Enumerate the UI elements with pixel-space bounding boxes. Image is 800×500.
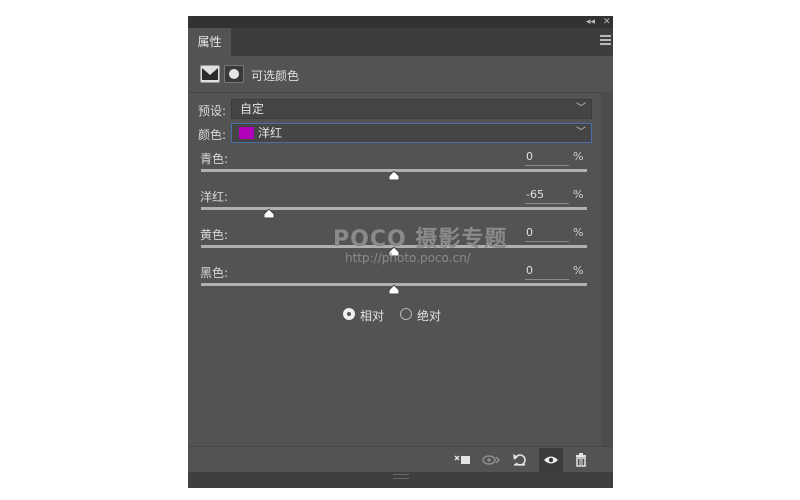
watermark-url: http://photo.poco.cn/ <box>345 251 471 265</box>
watermark-brand: POCO 摄影专题 <box>333 227 508 252</box>
color-swatch <box>239 127 254 139</box>
slider-value-input[interactable]: 0 <box>525 226 569 242</box>
slider-label: 青色: <box>200 152 229 166</box>
radio-relative-label[interactable]: 相对 <box>360 307 384 324</box>
slider-value-input[interactable]: -65 <box>525 188 569 204</box>
selective-color-icon[interactable] <box>200 65 220 83</box>
colors-label: 颜色: <box>198 128 227 142</box>
reset-button[interactable] <box>508 448 532 472</box>
chevron-down-icon: ﹀ <box>576 127 586 138</box>
radio-relative[interactable] <box>343 308 355 320</box>
view-previous-state-icon <box>482 455 501 465</box>
preset-label: 预设: <box>198 104 227 118</box>
colors-dropdown[interactable]: 洋红 ﹀ <box>231 123 592 143</box>
layer-mask-icon[interactable] <box>224 65 244 83</box>
panel-topbar: ◂◂ ✕ <box>188 16 613 28</box>
radio-absolute-label[interactable]: 绝对 <box>417 307 441 324</box>
slider-value-input[interactable]: 0 <box>525 150 569 166</box>
percent-unit: % <box>573 226 584 239</box>
slider-thumb[interactable] <box>388 171 400 181</box>
footer-divider <box>188 446 613 447</box>
close-icon[interactable]: ✕ <box>603 16 611 28</box>
slider-value-input[interactable]: 0 <box>525 264 569 280</box>
preset-value: 自定 <box>240 102 265 116</box>
slider-thumb[interactable] <box>263 209 275 219</box>
method-radio-group: 相对 绝对 <box>188 306 613 326</box>
tab-row: 属性 <box>188 28 613 56</box>
watermark: POCO 摄影专题 http://photo.poco.cn/ <box>333 221 506 271</box>
panel-menu-icon[interactable] <box>600 35 611 47</box>
resize-grip[interactable] <box>393 474 409 479</box>
scrollbar[interactable] <box>601 92 613 447</box>
clip-to-layer-icon <box>454 455 470 464</box>
slider-thumb[interactable] <box>388 285 400 295</box>
delete-button[interactable] <box>569 448 593 472</box>
properties-panel: ◂◂ ✕ 属性 可选颜色 预设: 自定 ﹀ 颜色: 洋红 ﹀ 青色: 0 % 洋… <box>188 16 613 488</box>
clip-to-layer-button[interactable] <box>451 448 475 472</box>
slider-label: 黑色: <box>200 266 229 280</box>
trash-icon <box>576 453 586 467</box>
reset-icon <box>513 454 526 466</box>
adjustment-header: 可选颜色 <box>188 56 613 93</box>
adjustment-title: 可选颜色 <box>251 69 300 83</box>
toggle-visibility-button[interactable] <box>539 448 563 472</box>
slider-track[interactable] <box>201 207 587 210</box>
percent-unit: % <box>573 188 584 201</box>
tab-properties[interactable]: 属性 <box>188 28 231 56</box>
percent-unit: % <box>573 264 584 277</box>
view-previous-state-button[interactable] <box>479 448 503 472</box>
preset-dropdown[interactable]: 自定 ﹀ <box>231 99 592 119</box>
colors-value: 洋红 <box>258 126 283 140</box>
radio-absolute[interactable] <box>400 308 412 320</box>
visibility-icon <box>544 456 558 464</box>
chevron-down-icon: ﹀ <box>576 103 586 114</box>
slider-label: 洋红: <box>200 190 229 204</box>
collapse-icon[interactable]: ◂◂ <box>586 16 595 28</box>
slider-label: 黄色: <box>200 228 229 242</box>
percent-unit: % <box>573 150 584 163</box>
